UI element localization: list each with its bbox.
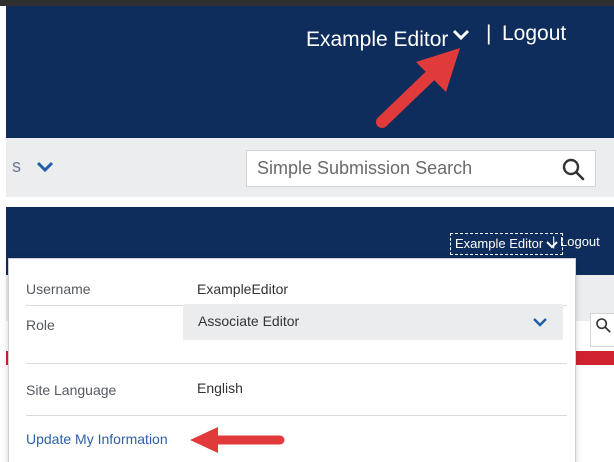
top-screenshot-panel: Example Editor | Logout s: [0, 0, 614, 197]
role-label: Role: [26, 317, 55, 333]
username-value: ExampleEditor: [197, 281, 289, 297]
annotation-arrow: [190, 427, 285, 453]
secondary-navbar: s: [6, 138, 614, 197]
search-box-edge[interactable]: [590, 313, 614, 347]
site-language-label: Site Language: [26, 382, 117, 398]
logout-link[interactable]: Logout: [502, 22, 566, 46]
role-select[interactable]: Associate Editor: [183, 304, 563, 340]
logout-link[interactable]: Logout: [560, 234, 600, 249]
search-icon[interactable]: [561, 157, 585, 181]
header-separator: |: [552, 234, 556, 249]
header-separator: |: [486, 22, 492, 45]
user-dropdown-menu: Username ExampleEditor Role Associate Ed…: [8, 258, 576, 462]
role-select-value: Associate Editor: [198, 313, 300, 329]
chevron-down-icon[interactable]: [36, 160, 54, 174]
search-box: [246, 150, 596, 187]
user-menu-toggle[interactable]: Example Editor: [450, 233, 564, 255]
annotation-arrow: [376, 48, 460, 128]
search-icon[interactable]: [595, 317, 611, 333]
update-my-information-link[interactable]: Update My Information: [26, 431, 168, 447]
site-language-value: English: [197, 380, 243, 396]
username-label: Username: [26, 281, 91, 297]
search-input[interactable]: [247, 151, 547, 186]
divider: [26, 415, 567, 416]
user-menu-label: Example Editor: [455, 236, 544, 251]
nav-menu-stub[interactable]: s: [12, 156, 21, 177]
bottom-screenshot-panel: Example Editor | Logout Username Example…: [0, 207, 614, 462]
chevron-down-icon: [533, 318, 547, 327]
divider: [26, 363, 567, 364]
